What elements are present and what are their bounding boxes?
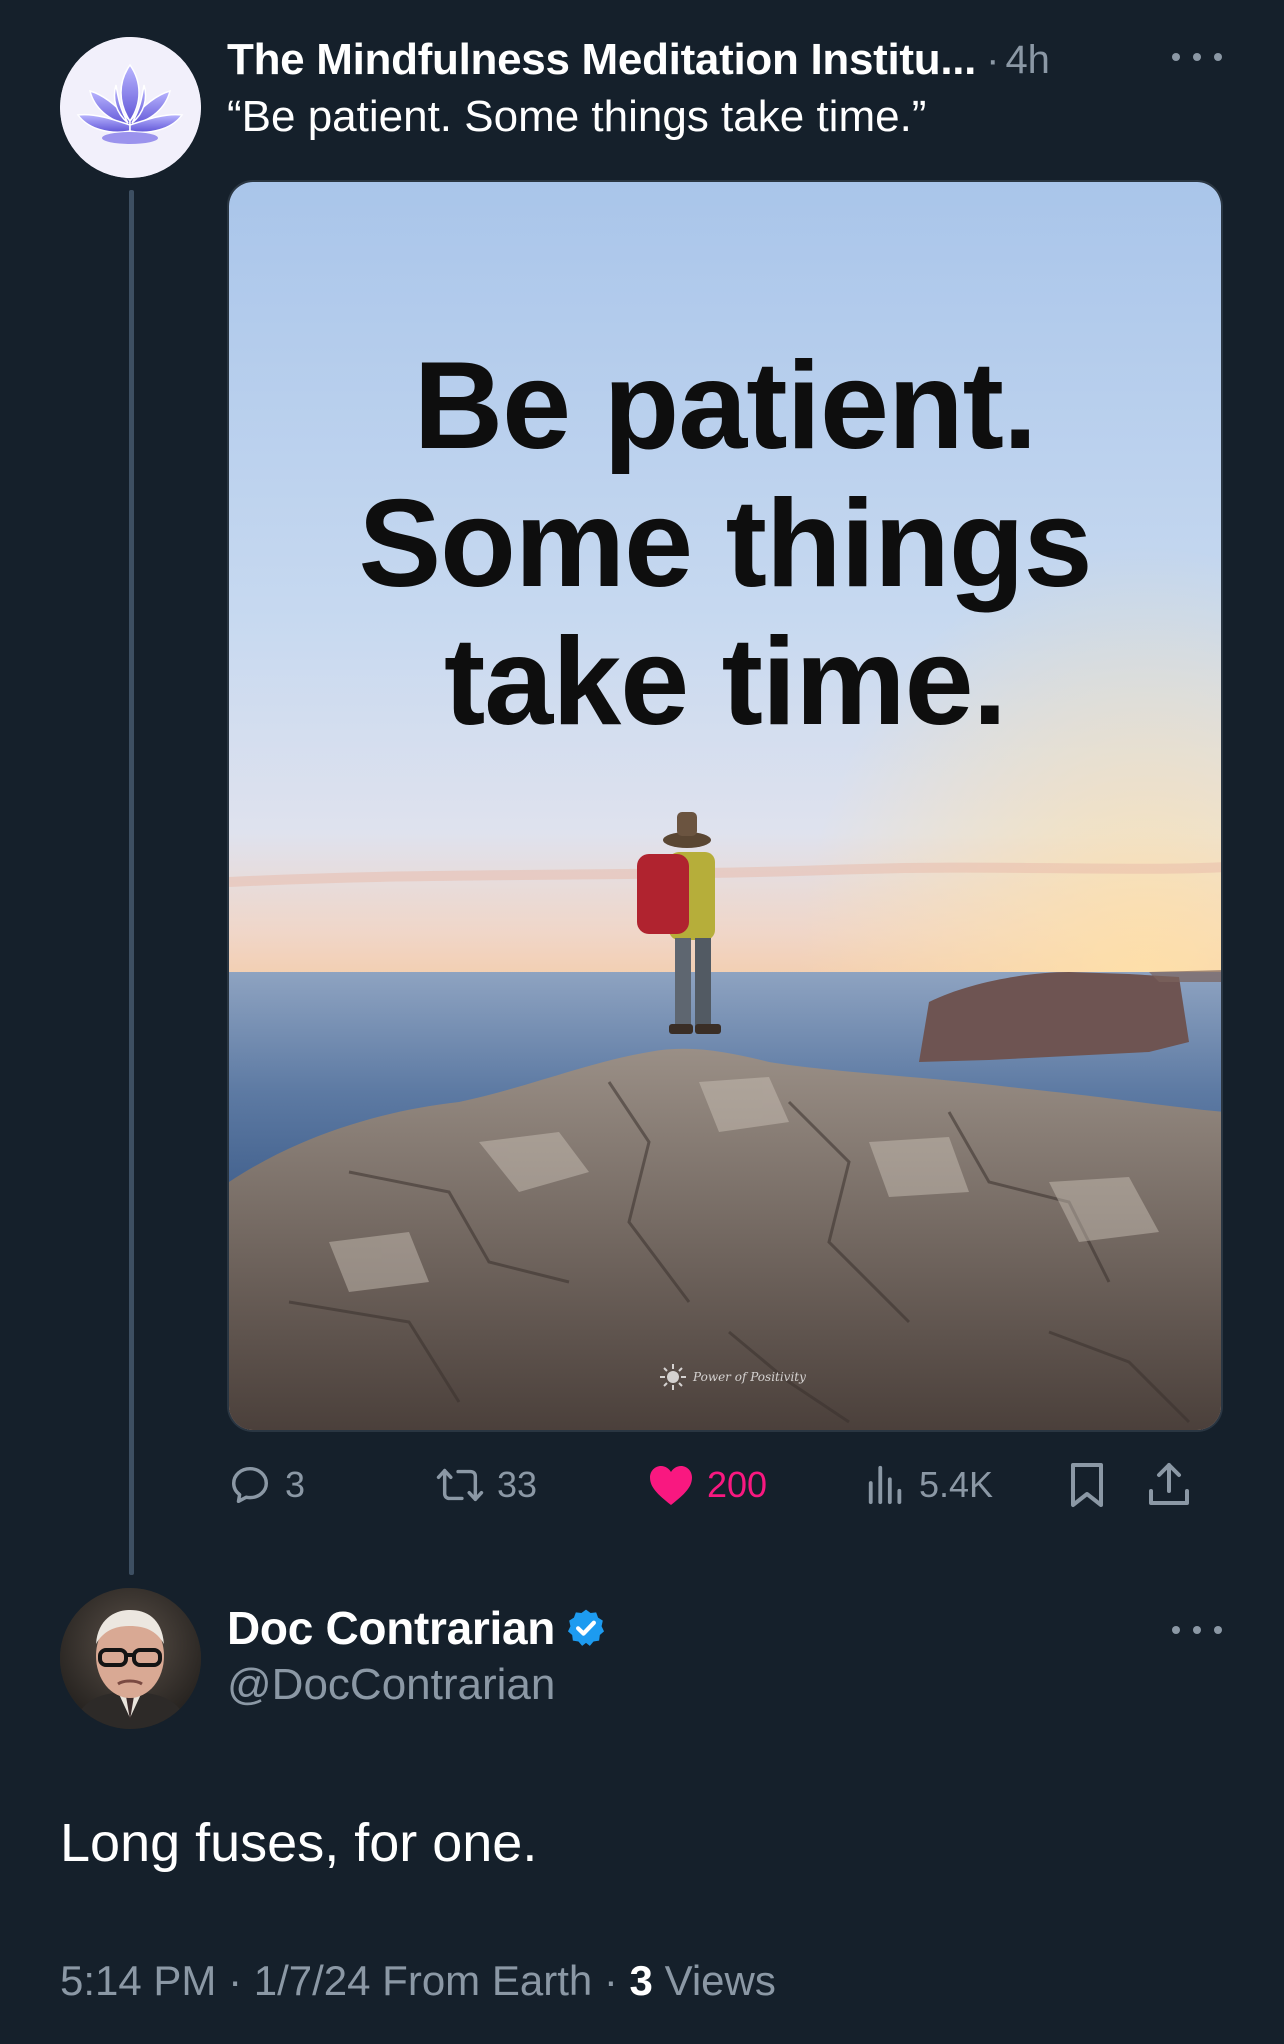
tweet-action-bar: 3 33 200 5.4K bbox=[227, 1455, 1227, 1515]
sunburst-logo-icon bbox=[660, 1364, 686, 1390]
tweet-header: The Mindfulness Meditation Institu... · … bbox=[227, 30, 1147, 90]
reply-header: Doc Contrarian bbox=[227, 1598, 607, 1658]
thread-connector-line bbox=[129, 190, 134, 1575]
header-separator: · bbox=[986, 37, 1000, 82]
institute-avatar[interactable] bbox=[60, 37, 201, 178]
retweet-icon bbox=[436, 1468, 484, 1502]
repost-count: 33 bbox=[497, 1464, 538, 1505]
bar-chart-icon bbox=[868, 1465, 902, 1505]
reply-views-count: 3 bbox=[629, 1957, 653, 2004]
lotus-logo bbox=[60, 37, 201, 178]
share-button[interactable] bbox=[1147, 1455, 1203, 1515]
reply-author-name[interactable]: Doc Contrarian bbox=[227, 1601, 555, 1655]
repost-button[interactable]: 33 bbox=[435, 1455, 537, 1515]
like-count: 200 bbox=[707, 1464, 768, 1505]
reply-meta-line: 5:14 PM · 1/7/24 From Earth · 3 Views bbox=[60, 1957, 776, 2005]
bookmark-icon bbox=[1071, 1463, 1103, 1507]
tweet-timestamp[interactable]: 4h bbox=[1005, 38, 1050, 83]
views-count: 5.4K bbox=[919, 1464, 994, 1505]
reply-timestamp-source[interactable]: 5:14 PM · 1/7/24 From Earth · bbox=[60, 1957, 630, 2004]
more-dots-icon[interactable] bbox=[1172, 1620, 1222, 1640]
reply-text: Long fuses, for one. bbox=[60, 1813, 538, 1873]
image-quote-text: Be patient. Some things take time. bbox=[229, 337, 1221, 751]
tweet-text: “Be patient. Some things take time.” bbox=[227, 92, 927, 141]
verified-badge-icon bbox=[568, 1609, 605, 1646]
reply-author-handle[interactable]: @DocContrarian bbox=[227, 1660, 555, 1710]
views-button[interactable]: 5.4K bbox=[865, 1455, 993, 1515]
like-button[interactable]: 200 bbox=[647, 1455, 767, 1515]
image-watermark: Power of Positivity bbox=[659, 1362, 819, 1392]
heart-icon bbox=[650, 1466, 692, 1505]
reply-count: 3 bbox=[285, 1464, 306, 1505]
tweet-media-image[interactable]: Be patient. Some things take time. Power… bbox=[227, 180, 1223, 1432]
reply-views-label: Views bbox=[652, 1957, 776, 2004]
doc-contrarian-avatar[interactable] bbox=[60, 1588, 201, 1729]
portrait-photo bbox=[60, 1588, 201, 1729]
bookmark-button[interactable] bbox=[1067, 1455, 1119, 1515]
reply-button[interactable]: 3 bbox=[227, 1455, 305, 1515]
comment-icon bbox=[231, 1466, 269, 1504]
quote-line-1: Be patient. bbox=[413, 337, 1038, 475]
quote-line-2: Some things bbox=[358, 475, 1092, 613]
author-name[interactable]: The Mindfulness Meditation Institu... bbox=[227, 35, 976, 85]
more-dots-icon[interactable] bbox=[1172, 47, 1222, 67]
quote-line-3: take time. bbox=[443, 613, 1007, 751]
share-icon bbox=[1149, 1463, 1189, 1505]
